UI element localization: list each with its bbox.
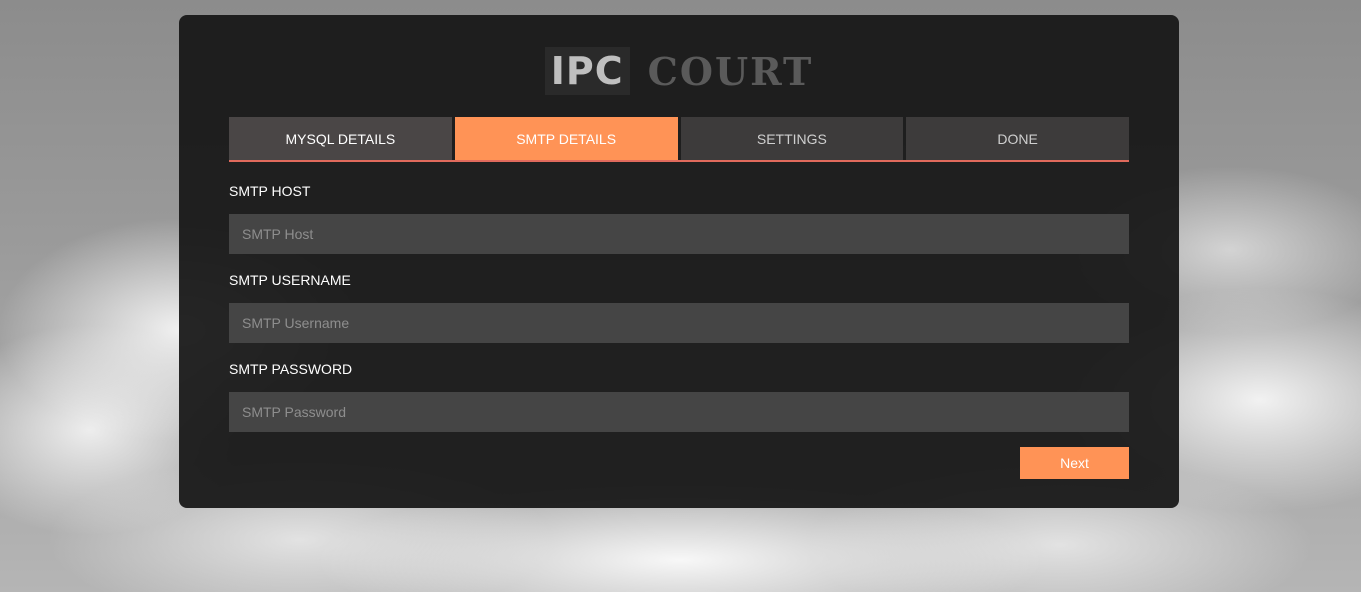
logo-ipc-text: IPC xyxy=(544,47,630,95)
tab-smtp-details[interactable]: SMTP DETAILS xyxy=(454,117,678,160)
smtp-host-label: SMTP HOST xyxy=(229,183,311,199)
wizard-tabs: MYSQL DETAILS SMTP DETAILS SETTINGS DONE xyxy=(229,117,1129,162)
smtp-password-input[interactable] xyxy=(229,392,1129,432)
smtp-password-label: SMTP PASSWORD xyxy=(229,361,353,377)
smtp-host-input[interactable] xyxy=(229,214,1129,254)
tab-done[interactable]: DONE xyxy=(906,117,1129,160)
tab-settings[interactable]: SETTINGS xyxy=(680,117,904,160)
tab-mysql-details[interactable]: MYSQL DETAILS xyxy=(229,117,452,160)
next-button[interactable]: Next xyxy=(1020,447,1129,479)
logo: IPC COURT xyxy=(514,42,844,100)
logo-court-text: COURT xyxy=(647,48,814,94)
smtp-username-label: SMTP USERNAME xyxy=(229,272,351,288)
smtp-username-input[interactable] xyxy=(229,303,1129,343)
